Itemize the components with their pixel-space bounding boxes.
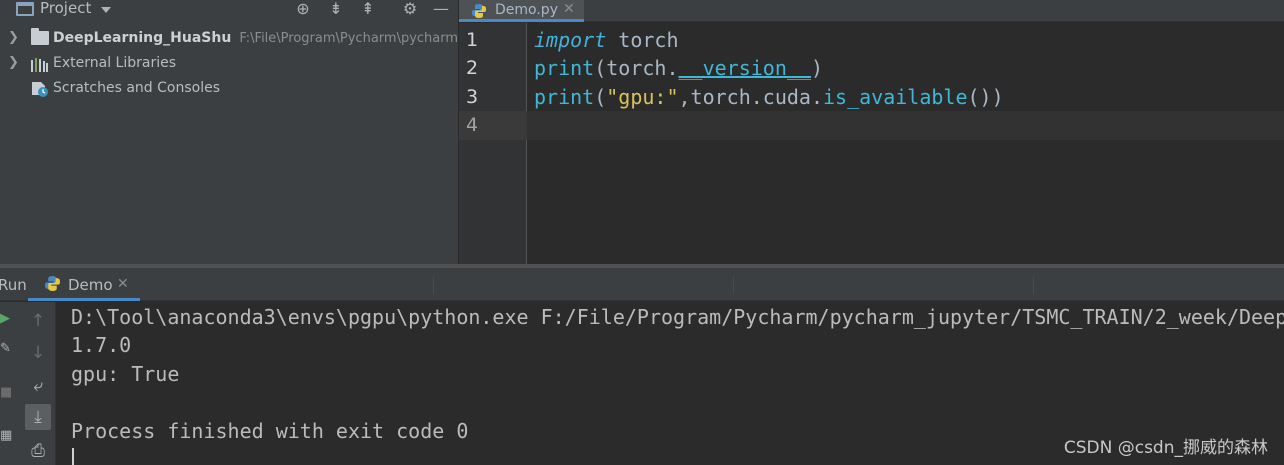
tab-run-demo[interactable]: Demo ✕ bbox=[28, 268, 140, 301]
code-attribute: __version__ bbox=[678, 56, 811, 80]
arrow-down-icon[interactable]: ↓ bbox=[25, 340, 51, 366]
scratches-label: Scratches and Consoles bbox=[53, 80, 220, 96]
divider bbox=[1033, 276, 1034, 294]
watermark: CSDN @csdn_挪威的森林 bbox=[1063, 438, 1268, 458]
close-icon[interactable]: ✕ bbox=[563, 0, 575, 18]
libraries-icon bbox=[31, 56, 49, 72]
layout-icon[interactable]: ▦ bbox=[0, 427, 14, 443]
chevron-right-icon[interactable]: ❯ bbox=[8, 26, 19, 50]
line-number: 1 bbox=[466, 29, 479, 51]
expand-all-icon[interactable]: ⇟ bbox=[326, 0, 346, 18]
code-text: torch bbox=[606, 28, 679, 52]
tree-item-external-libraries[interactable]: ❯ External Libraries bbox=[0, 51, 458, 75]
code-line-3[interactable]: print("gpu:",torch.cuda.is_available()) bbox=[534, 83, 1004, 112]
code-text: ( bbox=[594, 85, 607, 109]
line-number: 2 bbox=[466, 57, 479, 79]
code-text: (torch. bbox=[594, 56, 679, 80]
run-side-strip: ▶ ✎ ■ ▦ bbox=[0, 302, 20, 465]
editor-tab-label: Demo.py bbox=[495, 2, 558, 18]
editor-tab-bar: Demo.py ✕ bbox=[459, 0, 1284, 22]
minimize-icon[interactable]: — bbox=[431, 0, 451, 18]
tree-item-project-root[interactable]: ❯ DeepLearning_HuaShu F:\File\Program\Pyc… bbox=[0, 26, 458, 50]
text-cursor bbox=[72, 448, 74, 465]
soft-wrap-icon[interactable]: ⤶ bbox=[25, 373, 51, 399]
code-method: is_available bbox=[823, 85, 968, 109]
console-line: D:\Tool\anaconda3\envs\pgpu\python.exe F… bbox=[71, 305, 1284, 329]
collapse-all-icon[interactable]: ⇞ bbox=[358, 0, 378, 18]
run-tool-window-header: Run: Demo ✕ bbox=[0, 268, 1284, 301]
code-string: "gpu:" bbox=[606, 85, 679, 109]
close-icon[interactable]: ✕ bbox=[117, 276, 129, 292]
print-icon[interactable]: ⎙ bbox=[25, 438, 51, 464]
line-number: 3 bbox=[466, 86, 479, 108]
console-line: gpu: True bbox=[71, 362, 180, 386]
tree-item-scratches[interactable]: Scratches and Consoles bbox=[0, 76, 458, 100]
divider bbox=[433, 276, 434, 294]
line-number: 4 bbox=[466, 114, 479, 136]
run-tab-label: Demo bbox=[68, 276, 113, 294]
project-root-path: F:\File\Program\Pycharm\pycharm_ju bbox=[239, 31, 458, 46]
chevron-down-icon[interactable] bbox=[101, 7, 111, 13]
scratches-icon bbox=[31, 81, 49, 97]
project-root-label: DeepLearning_HuaShu bbox=[53, 30, 232, 46]
gear-icon[interactable]: ⚙ bbox=[400, 0, 420, 18]
project-title[interactable]: Project bbox=[40, 0, 91, 17]
arrow-up-icon[interactable]: ↑ bbox=[25, 308, 51, 334]
divider bbox=[733, 276, 734, 294]
python-file-icon bbox=[471, 3, 487, 19]
locate-icon[interactable]: ⊕ bbox=[293, 0, 313, 18]
code-line-1[interactable]: import torch bbox=[534, 26, 679, 55]
console-line: Process finished with exit code 0 bbox=[71, 419, 469, 443]
project-window-icon bbox=[16, 2, 34, 16]
code-editor[interactable]: 1 2 3 4 import torch print(torch.__versi… bbox=[459, 23, 1284, 264]
python-run-icon bbox=[44, 275, 61, 292]
current-line-highlight bbox=[459, 111, 1284, 140]
code-builtin: print bbox=[534, 85, 595, 109]
code-keyword: import bbox=[534, 28, 607, 52]
tab-demo-py[interactable]: Demo.py ✕ bbox=[459, 0, 584, 22]
chevron-right-icon[interactable]: ❯ bbox=[8, 51, 19, 75]
code-builtin: print bbox=[534, 56, 595, 80]
project-tool-window: Project ⊕ ⇟ ⇞ ⚙ — ❯ DeepLearning_HuaShu F… bbox=[0, 0, 458, 264]
code-text: ,torch.cuda. bbox=[678, 85, 824, 109]
folder-icon bbox=[31, 28, 49, 45]
run-toolbar: ↑ ↓ ⤶ ⤓ ⎙ bbox=[20, 302, 56, 465]
external-libraries-label: External Libraries bbox=[53, 55, 176, 71]
code-text: ()) bbox=[967, 85, 1004, 109]
scroll-to-end-icon[interactable]: ⤓ bbox=[25, 404, 51, 430]
wrench-icon[interactable]: ✎ bbox=[0, 340, 14, 356]
code-text: ) bbox=[810, 56, 824, 80]
console-line: 1.7.0 bbox=[71, 333, 132, 357]
rerun-icon[interactable]: ▶ bbox=[0, 310, 14, 326]
project-header: Project ⊕ ⇟ ⇞ ⚙ — bbox=[0, 0, 458, 20]
code-line-2[interactable]: print(torch.__version__) bbox=[534, 54, 823, 83]
stop-icon[interactable]: ■ bbox=[0, 384, 14, 400]
